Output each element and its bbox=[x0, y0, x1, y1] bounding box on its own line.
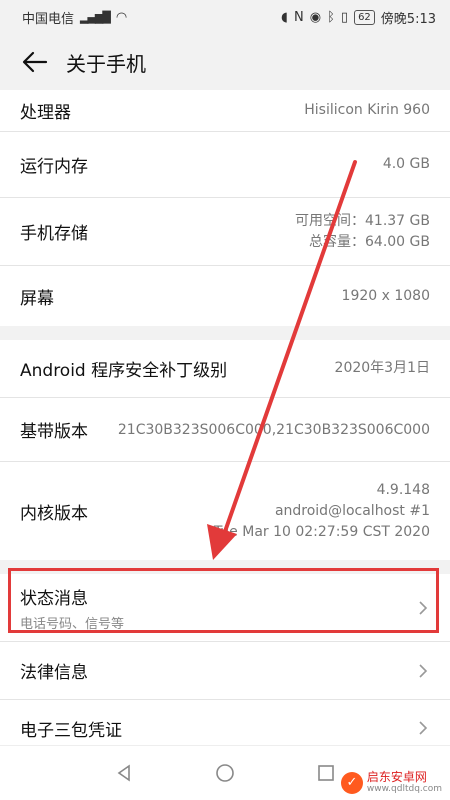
watermark: ✓ 启东安卓网 www.qdltdq.com bbox=[340, 770, 442, 795]
home-nav-icon[interactable] bbox=[214, 762, 236, 784]
back-nav-icon[interactable] bbox=[114, 763, 134, 783]
annotation-arrow bbox=[207, 160, 357, 560]
watermark-logo-icon: ✓ bbox=[340, 771, 363, 794]
watermark-url: www.qdltdq.com bbox=[366, 784, 442, 794]
recents-nav-icon[interactable] bbox=[316, 763, 336, 783]
watermark-text: 启东安卓网 www.qdltdq.com bbox=[366, 770, 442, 795]
watermark-name: 启东安卓网 bbox=[366, 770, 427, 784]
